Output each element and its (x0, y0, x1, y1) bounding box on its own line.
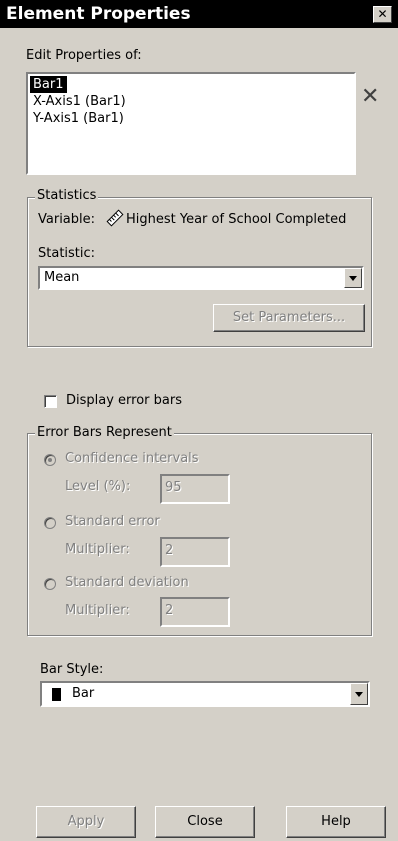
multiplier-input[interactable]: 2 (160, 597, 230, 627)
properties-listbox[interactable]: Bar1 X-Axis1 (Bar1) Y-Axis1 (Bar1) (26, 72, 356, 175)
multiplier-label: Multiplier: (65, 542, 130, 557)
bar-swatch-icon (52, 688, 61, 701)
list-item[interactable]: Bar1 (30, 76, 67, 93)
level-label: Level (%): (65, 479, 131, 494)
confidence-intervals-radio[interactable] (44, 454, 56, 466)
edit-properties-label: Edit Properties of: (26, 48, 142, 63)
radio-selected-dot (48, 458, 52, 462)
display-error-bars-label: Display error bars (66, 393, 182, 408)
multiplier-label: Multiplier: (65, 603, 130, 618)
confidence-intervals-label: Confidence intervals (65, 451, 199, 466)
window-title: Element Properties (6, 4, 191, 24)
statistic-selected-value: Mean (44, 270, 80, 285)
help-button[interactable]: Help (286, 806, 386, 838)
list-item[interactable]: X-Axis1 (Bar1) (30, 93, 129, 110)
chevron-down-icon[interactable] (350, 683, 368, 705)
title-bar: Element Properties (0, 0, 398, 28)
variable-label: Variable: (38, 212, 96, 227)
apply-button[interactable]: Apply (36, 806, 136, 838)
standard-deviation-label: Standard deviation (65, 575, 189, 590)
multiplier-input[interactable]: 2 (160, 537, 230, 567)
statistic-dropdown[interactable]: Mean (38, 266, 364, 290)
set-parameters-button[interactable]: Set Parameters... (213, 304, 365, 332)
statistic-label: Statistic: (38, 246, 96, 261)
level-input[interactable]: 95 (160, 474, 230, 504)
bar-style-dropdown[interactable]: Bar (40, 681, 370, 707)
list-item[interactable]: Y-Axis1 (Bar1) (30, 110, 127, 127)
bar-style-label: Bar Style: (40, 662, 104, 677)
display-error-bars-checkbox[interactable] (44, 395, 57, 408)
bar-style-selected-value: Bar (72, 686, 95, 701)
error-bars-group-label: Error Bars Represent (35, 425, 174, 440)
statistics-group-label: Statistics (35, 188, 99, 203)
close-button[interactable]: Close (155, 806, 255, 838)
delete-icon[interactable]: ✕ (361, 86, 379, 108)
standard-error-radio[interactable] (44, 517, 56, 529)
standard-error-label: Standard error (65, 514, 160, 529)
variable-value: Highest Year of School Completed (126, 212, 347, 227)
standard-deviation-radio[interactable] (44, 578, 56, 590)
close-icon[interactable]: ✕ (373, 6, 392, 23)
chevron-down-icon[interactable] (344, 268, 362, 288)
scale-variable-icon (106, 209, 124, 227)
